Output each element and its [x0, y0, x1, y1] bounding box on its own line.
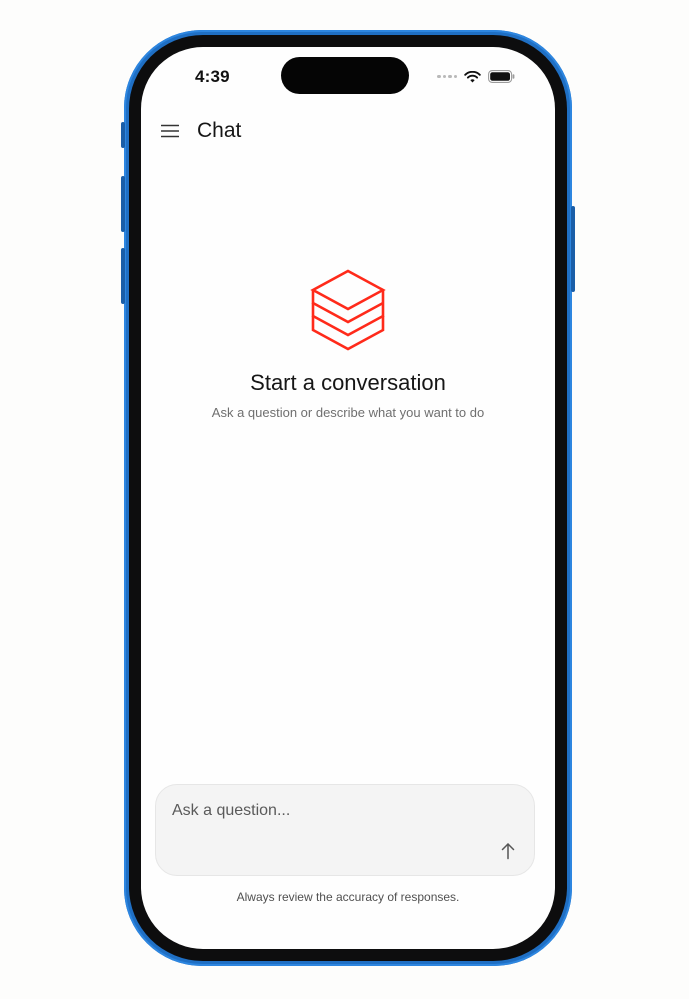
app-header: Chat: [159, 119, 241, 143]
volume-down-button: [121, 248, 125, 304]
message-input[interactable]: [170, 797, 494, 825]
dynamic-island: [281, 57, 409, 94]
arrow-up-icon: [501, 843, 515, 860]
app-screen: 4:39 Chat Start a conversation Ask a que…: [141, 47, 555, 949]
signal-dots-icon: [437, 74, 457, 79]
empty-state-subtitle: Ask a question or describe what you want…: [211, 405, 485, 420]
empty-state-title: Start a conversation: [250, 370, 446, 395]
stacked-layers-logo-icon: [310, 269, 386, 351]
volume-up-button: [121, 176, 125, 232]
empty-state: Start a conversation Ask a question or d…: [141, 269, 555, 420]
page-title: Chat: [197, 119, 242, 142]
hamburger-menu-icon[interactable]: [159, 120, 181, 142]
silent-switch: [121, 122, 125, 148]
power-button: [571, 206, 575, 292]
status-time: 4:39: [195, 67, 230, 86]
status-icons: [437, 70, 515, 83]
battery-icon: [488, 70, 515, 83]
disclaimer-text: Always review the accuracy of responses.: [236, 890, 460, 904]
message-composer: [155, 784, 535, 876]
send-button[interactable]: [496, 839, 520, 863]
wifi-icon: [464, 70, 481, 82]
